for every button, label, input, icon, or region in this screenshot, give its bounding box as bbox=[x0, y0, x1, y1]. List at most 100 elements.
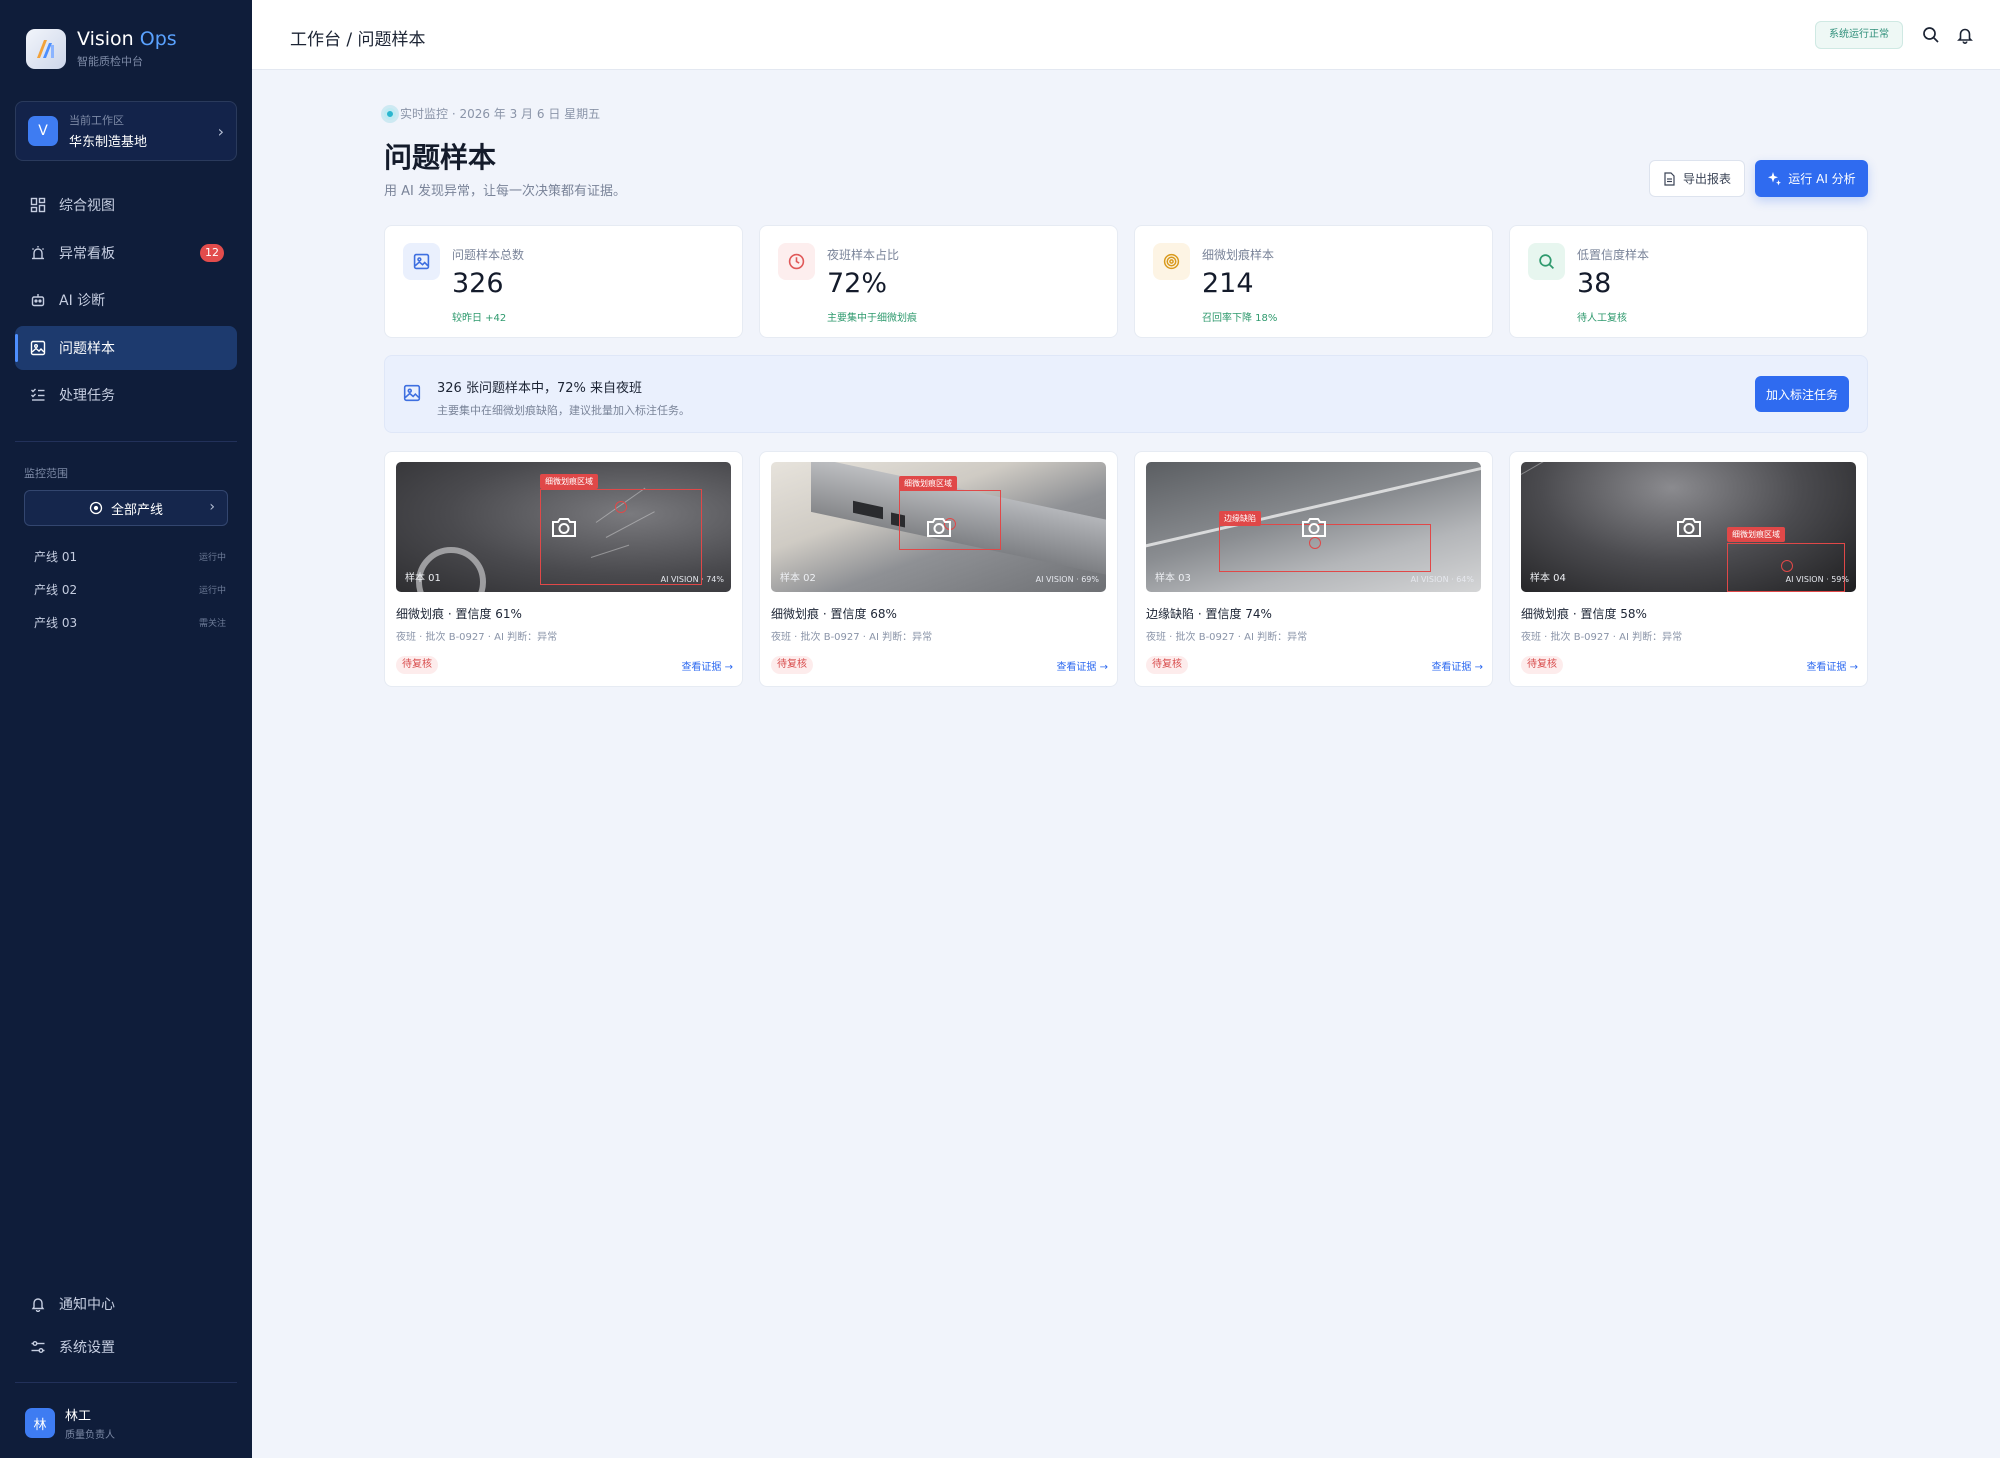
grid-icon bbox=[29, 196, 47, 214]
live-monitor-text: 实时监控 · 2026 年 3 月 6 日 星期五 bbox=[400, 107, 601, 121]
workspace-badge: V bbox=[28, 116, 58, 146]
stat-value: 72% bbox=[827, 268, 888, 299]
status-badge: 待复核 bbox=[771, 656, 813, 674]
production-line-item[interactable]: 产线 02 运行中 bbox=[24, 573, 228, 606]
sample-image[interactable]: 细微划痕区域 样本 02 AI VISION · 69% bbox=[771, 462, 1106, 592]
production-line-selector[interactable]: 全部产线 › bbox=[24, 490, 228, 526]
image-icon bbox=[403, 243, 440, 280]
status-badge: 待复核 bbox=[1146, 656, 1188, 674]
production-line-item[interactable]: 产线 01 运行中 bbox=[24, 540, 228, 573]
nav-item-label: 系统设置 bbox=[59, 1340, 115, 1356]
workspace-name: 华东制造基地 bbox=[69, 135, 148, 150]
nav-item-ai-diagnosis[interactable]: AI 诊断 bbox=[15, 278, 237, 322]
sample-meta: 夜班 · 批次 B-0927 · AI 判断：异常 bbox=[1521, 632, 1683, 643]
workspace-switcher[interactable]: V 当前工作区 华东制造基地 › bbox=[15, 101, 237, 161]
chevron-right-icon: › bbox=[209, 499, 215, 515]
breadcrumb: 工作台 / 问题样本 bbox=[290, 30, 426, 50]
sample-card[interactable]: 细微划痕区域 样本 04 AI VISION · 59% 细微划痕 · 置信度 … bbox=[1509, 451, 1868, 687]
clock-icon bbox=[778, 243, 815, 280]
user-profile[interactable]: 林 林工 质量负责人 bbox=[25, 1405, 115, 1441]
run-ai-analysis-label: 运行 AI 分析 bbox=[1788, 172, 1856, 186]
line-status: 运行中 bbox=[198, 553, 226, 563]
ai-vision-score: AI VISION · 59% bbox=[1785, 575, 1849, 584]
live-monitor-indicator: 实时监控 · 2026 年 3 月 6 日 星期五 bbox=[384, 105, 600, 122]
nav-item-anomaly-board[interactable]: 异常看板 12 bbox=[15, 231, 237, 275]
ai-vision-score: AI VISION · 69% bbox=[1035, 575, 1099, 584]
line-name: 产线 02 bbox=[34, 583, 78, 597]
stat-note: 较昨日 +42 bbox=[452, 313, 507, 324]
brand[interactable]: Vision Ops 智能质检中台 bbox=[26, 28, 177, 69]
sample-title: 细微划痕 · 置信度 68% bbox=[771, 607, 897, 621]
view-evidence-link[interactable]: 查看证据 → bbox=[1806, 658, 1858, 673]
view-evidence-link[interactable]: 查看证据 → bbox=[681, 658, 733, 673]
main-nav: 综合视图 异常看板 12 AI 诊断 问题样本 处理任务 bbox=[15, 183, 237, 421]
bell-icon[interactable] bbox=[1954, 24, 1976, 46]
run-ai-analysis-button[interactable]: 运行 AI 分析 bbox=[1755, 160, 1868, 197]
line-name: 产线 01 bbox=[34, 550, 78, 564]
topbar: 工作台 / 问题样本 系统运行正常 bbox=[252, 0, 2000, 70]
live-dot-icon bbox=[384, 107, 396, 120]
sample-card[interactable]: 边缘缺陷 样本 03 AI VISION · 64% 边缘缺陷 · 置信度 74… bbox=[1134, 451, 1493, 687]
page-title: 问题样本 bbox=[384, 141, 497, 174]
stat-card-fine-scratch[interactable]: 细微划痕样本 214 召回率下降 18% bbox=[1134, 225, 1493, 338]
sample-label: 样本 02 bbox=[780, 573, 816, 584]
nav-item-overview[interactable]: 综合视图 bbox=[15, 183, 237, 227]
sample-image[interactable]: 细微划痕区域 样本 04 AI VISION · 59% bbox=[1521, 462, 1856, 592]
export-report-button[interactable]: 导出报表 bbox=[1649, 160, 1745, 197]
stat-label: 问题样本总数 bbox=[452, 248, 525, 262]
line-status: 需关注 bbox=[198, 619, 226, 629]
sample-label: 样本 01 bbox=[405, 573, 441, 584]
nav-item-tasks[interactable]: 处理任务 bbox=[15, 373, 237, 417]
nav-item-problem-samples[interactable]: 问题样本 bbox=[15, 325, 237, 370]
search-icon bbox=[1528, 243, 1565, 280]
nav-item-label: 处理任务 bbox=[59, 388, 115, 404]
target-icon bbox=[1153, 243, 1190, 280]
sample-card[interactable]: 细微划痕区域 样本 01 AI VISION · 74% 细微划痕 · 置信度 … bbox=[384, 451, 743, 687]
page-subtitle: 用 AI 发现异常，让每一次决策都有证据。 bbox=[384, 184, 626, 199]
chevron-right-icon: › bbox=[217, 121, 224, 141]
secondary-nav: 通知中心 系统设置 bbox=[15, 1284, 237, 1370]
anomaly-count-badge: 12 bbox=[200, 243, 224, 262]
brand-name: Vision Ops bbox=[77, 28, 177, 50]
detection-tag: 细微划痕区域 bbox=[899, 476, 957, 491]
detection-point-icon bbox=[1781, 560, 1793, 572]
sample-meta: 夜班 · 批次 B-0927 · AI 判断：异常 bbox=[1146, 632, 1308, 643]
view-evidence-link[interactable]: 查看证据 → bbox=[1056, 658, 1108, 673]
stat-card-total-samples[interactable]: 问题样本总数 326 较昨日 +42 bbox=[384, 225, 743, 338]
stat-card-night-shift-ratio[interactable]: 夜班样本占比 72% 主要集中于细微划痕 bbox=[759, 225, 1118, 338]
add-to-annotation-task-button[interactable]: 加入标注任务 bbox=[1755, 376, 1849, 412]
status-badge: 待复核 bbox=[396, 656, 438, 674]
camera-icon bbox=[550, 515, 578, 539]
robot-icon bbox=[29, 291, 47, 309]
alarm-icon bbox=[29, 244, 47, 262]
checklist-icon bbox=[29, 386, 47, 404]
nav-item-label: 问题样本 bbox=[59, 340, 115, 357]
ai-vision-score: AI VISION · 64% bbox=[1410, 575, 1474, 584]
view-evidence-link[interactable]: 查看证据 → bbox=[1431, 658, 1483, 673]
search-icon[interactable] bbox=[1920, 24, 1942, 46]
sparkle-icon bbox=[1767, 171, 1782, 186]
user-name: 林工 bbox=[65, 1409, 92, 1424]
detection-tag: 细微划痕区域 bbox=[540, 474, 598, 489]
sample-card[interactable]: 细微划痕区域 样本 02 AI VISION · 69% 细微划痕 · 置信度 … bbox=[759, 451, 1118, 687]
detection-point-icon bbox=[615, 501, 627, 513]
sidebar: Vision Ops 智能质检中台 V 当前工作区 华东制造基地 › 综合视图 … bbox=[0, 0, 252, 1458]
brand-subtitle: 智能质检中台 bbox=[77, 55, 143, 68]
nav-item-label: 综合视图 bbox=[59, 198, 115, 214]
sample-image[interactable]: 边缘缺陷 样本 03 AI VISION · 64% bbox=[1146, 462, 1481, 592]
sample-image[interactable]: 细微划痕区域 样本 01 AI VISION · 74% bbox=[396, 462, 731, 592]
sample-label: 样本 04 bbox=[1530, 573, 1566, 584]
nav-item-notifications[interactable]: 通知中心 bbox=[15, 1284, 237, 1324]
camera-icon bbox=[1675, 515, 1703, 539]
insight-title: 326 张问题样本中，72% 来自夜班 bbox=[437, 381, 642, 396]
production-line-list: 产线 01 运行中 产线 02 运行中 产线 03 需关注 bbox=[24, 540, 228, 639]
nav-item-label: AI 诊断 bbox=[59, 293, 106, 309]
sidebar-divider bbox=[15, 1382, 237, 1383]
sidebar-divider bbox=[15, 441, 237, 442]
stat-value: 38 bbox=[1577, 268, 1612, 299]
production-line-item[interactable]: 产线 03 需关注 bbox=[24, 606, 228, 639]
stat-card-low-confidence[interactable]: 低置信度样本 38 待人工复核 bbox=[1509, 225, 1868, 338]
nav-item-settings[interactable]: 系统设置 bbox=[15, 1327, 237, 1367]
export-report-label: 导出报表 bbox=[1682, 172, 1731, 186]
stat-note: 主要集中于细微划痕 bbox=[827, 313, 917, 324]
